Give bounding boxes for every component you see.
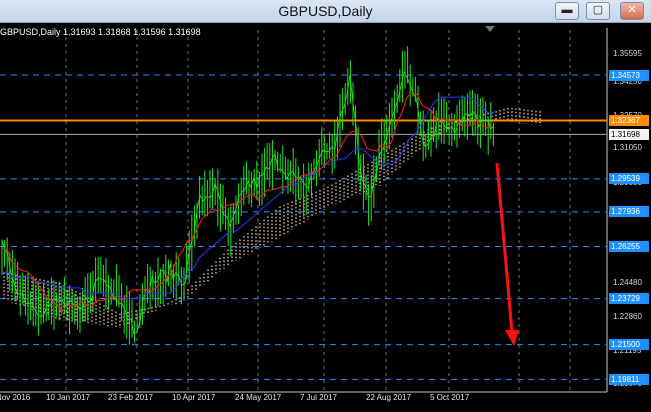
- time-tick-label: 22 Aug 2017: [366, 393, 411, 402]
- price-tick-label: 1.24480: [613, 278, 642, 288]
- symbol-ohlc-info: GBPUSD,Daily 1.31693 1.31868 1.31596 1.3…: [0, 27, 201, 37]
- time-tick-label: 7 Jul 2017: [300, 393, 337, 402]
- restore-button[interactable]: ▢: [586, 2, 610, 20]
- price-level-label: 1.34573: [609, 69, 649, 81]
- time-tick-label: 23 Feb 2017: [108, 393, 153, 402]
- price-level-label: 1.19811: [609, 373, 649, 385]
- forecast-arrowhead: [505, 330, 519, 346]
- price-level-label: 1.29539: [609, 173, 649, 185]
- close-button[interactable]: ✕: [620, 2, 644, 20]
- time-tick-label: 5 Oct 2017: [430, 393, 470, 402]
- price-level-label: 1.31698: [609, 128, 649, 140]
- price-tick-label: 1.22860: [613, 311, 642, 321]
- price-tick-label: 1.31050: [613, 142, 642, 152]
- minimize-button[interactable]: ▬: [555, 2, 579, 20]
- time-tick-label: 10 Jan 2017: [46, 393, 91, 402]
- price-level-label: 1.26255: [609, 241, 649, 253]
- time-tick-label: 24 May 2017: [235, 393, 282, 402]
- forecast-arrow: [495, 162, 514, 333]
- time-tick-label: Nov 2016: [0, 393, 31, 402]
- title-bar[interactable]: GBPUSD,Daily ▬ ▢ ✕: [0, 0, 651, 23]
- window-title: GBPUSD,Daily: [278, 3, 373, 19]
- price-tick-label: 1.35595: [613, 48, 642, 58]
- price-level-label: 1.21500: [609, 339, 649, 351]
- price-level-label: 1.32367: [609, 115, 649, 127]
- chart-window: GBPUSD,Daily ▬ ▢ ✕ GBPUSD,Daily 1.31693 …: [0, 0, 651, 412]
- time-tick-label: 10 Apr 2017: [172, 393, 216, 402]
- chart-shift-marker-icon[interactable]: [485, 26, 495, 32]
- price-level-label: 1.27936: [609, 206, 649, 218]
- price-level-label: 1.23729: [609, 293, 649, 305]
- price-chart[interactable]: [0, 23, 651, 412]
